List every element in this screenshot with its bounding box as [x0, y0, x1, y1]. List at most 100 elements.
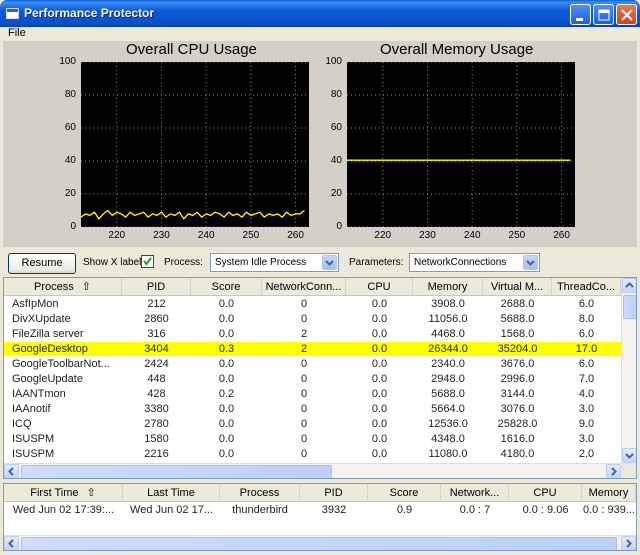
- event-col-header-label: PID: [324, 487, 343, 499]
- process-row[interactable]: IAAnotif 3380 0.0 0 0.0 5664.0 3076.0 3.0: [4, 402, 621, 416]
- chevron-down-icon[interactable]: [523, 255, 538, 270]
- process-row[interactable]: ISUSPM 2216 0.0 0 0.0 11080.0 4180.0 2.0: [4, 447, 621, 461]
- show-x-labels-checkbox[interactable]: [141, 255, 154, 268]
- process-cell: 25828.0: [497, 418, 538, 430]
- event-col-header[interactable]: PID: [300, 484, 368, 502]
- process-cell: 0.0: [218, 433, 235, 445]
- event-col-header-label: First Time: [30, 487, 79, 499]
- event-cell: thunderbird: [232, 504, 288, 516]
- process-cell: 3144.0: [500, 388, 535, 400]
- menu-file[interactable]: File: [8, 27, 26, 39]
- process-cell: 4.0: [578, 388, 595, 400]
- minimize-button[interactable]: [570, 4, 591, 25]
- process-cell: 0.0: [218, 403, 235, 415]
- scroll-down-arrow-icon[interactable]: [622, 448, 636, 463]
- event-col-header[interactable]: First Time ⇧: [4, 484, 123, 502]
- process-col-header[interactable]: CPU: [346, 278, 413, 296]
- process-col-header[interactable]: Memory: [413, 278, 483, 296]
- process-col-header[interactable]: NetworkConn...: [262, 278, 346, 296]
- event-col-header[interactable]: Process: [220, 484, 300, 502]
- parameters-select[interactable]: NetworkConnections: [409, 253, 540, 272]
- app-window-icon: [6, 8, 19, 19]
- resume-button[interactable]: Resume: [8, 253, 76, 274]
- memory-y-tick-label: 0: [336, 221, 342, 232]
- process-scroll-thumb[interactable]: [623, 295, 636, 319]
- process-cell: 2424: [144, 358, 169, 370]
- event-col-header-label: Process: [239, 487, 280, 499]
- event-cell: 0.9: [396, 504, 413, 516]
- process-cell: 2.0: [578, 448, 595, 460]
- event-col-header-label: Score: [389, 487, 419, 499]
- chevron-down-icon[interactable]: [322, 255, 337, 270]
- process-row[interactable]: DivXUpdate 2860 0.0 0 0.0 11056.0 5688.0 8.0: [4, 312, 621, 326]
- process-cell: ICQ: [12, 418, 32, 430]
- cpu-x-tick-label: 250: [242, 230, 260, 241]
- process-cell: 0.0: [371, 448, 388, 460]
- title-bar[interactable]: Performance Protector: [0, 0, 640, 27]
- process-col-header[interactable]: Process ⇧: [4, 278, 122, 296]
- process-row[interactable]: ISUSPM 1580 0.0 0 0.0 4348.0 1616.0 3.0: [4, 432, 621, 446]
- process-row[interactable]: IAANTmon 428 0.2 0 0.0 5688.0 3144.0 4.0: [4, 387, 621, 401]
- event-row[interactable]: Wed Jun 02 17:39:... Wed Jun 02 17... thun…: [4, 503, 636, 517]
- minimize-icon: [576, 18, 583, 21]
- event-col-header-label: Memory: [588, 487, 629, 499]
- process-select[interactable]: System Idle Process: [210, 253, 339, 272]
- process-row[interactable]: GoogleUpdate 448 0.0 0 0.0 2948.0 2996.0 7.0: [4, 372, 621, 386]
- process-cell: 4180.0: [500, 448, 535, 460]
- process-row[interactable]: AsfIpMon 212 0.0 0 0.0 3908.0 2688.0 6.0: [4, 297, 621, 311]
- event-col-header[interactable]: Network...: [441, 484, 509, 502]
- scroll-right-arrow-icon[interactable]: [621, 536, 636, 550]
- cpu-y-tick-label: 40: [64, 155, 76, 166]
- scroll-left-arrow-icon[interactable]: [4, 536, 19, 550]
- process-cell: GoogleUpdate: [12, 373, 83, 385]
- event-hscroll-thumb[interactable]: [21, 537, 617, 550]
- cpu-x-tick-label: 240: [197, 230, 215, 241]
- process-row[interactable]: ICQ 2780 0.0 0 0.0 12536.0 25828.0 9.0: [4, 417, 621, 431]
- process-cell: 0.0: [218, 418, 235, 430]
- process-cell: 3676.0: [500, 358, 535, 370]
- maximize-button[interactable]: [593, 4, 614, 25]
- event-col-header[interactable]: Last Time: [123, 484, 220, 502]
- process-cell: 2948.0: [431, 373, 465, 385]
- process-horizontal-scrollbar[interactable]: [4, 463, 621, 478]
- process-cell: 3.0: [578, 403, 595, 415]
- event-col-header[interactable]: Memory: [582, 484, 636, 502]
- process-cell: 2340.0: [431, 358, 465, 370]
- event-col-header[interactable]: CPU: [509, 484, 582, 502]
- process-cell: 0.0: [371, 313, 388, 325]
- process-cell: ISUSPM: [12, 448, 55, 460]
- scroll-left-arrow-icon[interactable]: [4, 464, 19, 478]
- show-x-labels-label: Show X labels: [83, 257, 147, 268]
- process-col-header-label: CPU: [367, 281, 391, 293]
- event-horizontal-scrollbar[interactable]: [4, 535, 636, 550]
- process-vertical-scrollbar[interactable]: [621, 278, 636, 463]
- process-col-header[interactable]: Virtual M...: [483, 278, 552, 296]
- parameters-select-value: NetworkConnections: [414, 257, 507, 268]
- scroll-up-arrow-icon[interactable]: [622, 278, 636, 293]
- memory-y-tick-label: 80: [330, 89, 342, 100]
- event-col-header[interactable]: Score: [368, 484, 441, 502]
- process-row[interactable]: FileZilla server 316 0.0 2 0.0 4468.0 1568.0 6.…: [4, 327, 621, 341]
- process-label: Process:: [164, 257, 203, 268]
- process-hscroll-thumb[interactable]: [21, 465, 332, 478]
- process-cell: 2688.0: [500, 298, 535, 310]
- process-cell: FileZilla server: [12, 328, 84, 340]
- process-cell: 5688.0: [500, 313, 535, 325]
- process-cell: 4348.0: [431, 433, 465, 445]
- process-col-header[interactable]: PID: [122, 278, 191, 296]
- process-col-header[interactable]: Score: [191, 278, 262, 296]
- scroll-right-arrow-icon[interactable]: [606, 464, 621, 478]
- process-cell: 0.0: [371, 343, 388, 355]
- process-row[interactable]: GoogleToolbarNot... 2424 0.0 0 0.0 2340.0 3676…: [4, 357, 621, 371]
- memory-line-chart: [347, 61, 575, 228]
- process-row[interactable]: GoogleDesktop 3404 0.3 2 0.0 26344.0 35204.0 17…: [4, 342, 621, 356]
- close-button[interactable]: [616, 4, 637, 25]
- process-cell: 3908.0: [431, 298, 465, 310]
- process-cell: 0.0: [218, 298, 235, 310]
- cpu-plot-area: [80, 61, 309, 228]
- process-col-header[interactable]: ThreadCo...: [552, 278, 621, 296]
- process-cell: 0: [300, 403, 308, 415]
- event-col-header-label: CPU: [533, 487, 557, 499]
- process-cell: 2996.0: [500, 373, 535, 385]
- event-cell: 0.0 : 939...: [583, 504, 635, 516]
